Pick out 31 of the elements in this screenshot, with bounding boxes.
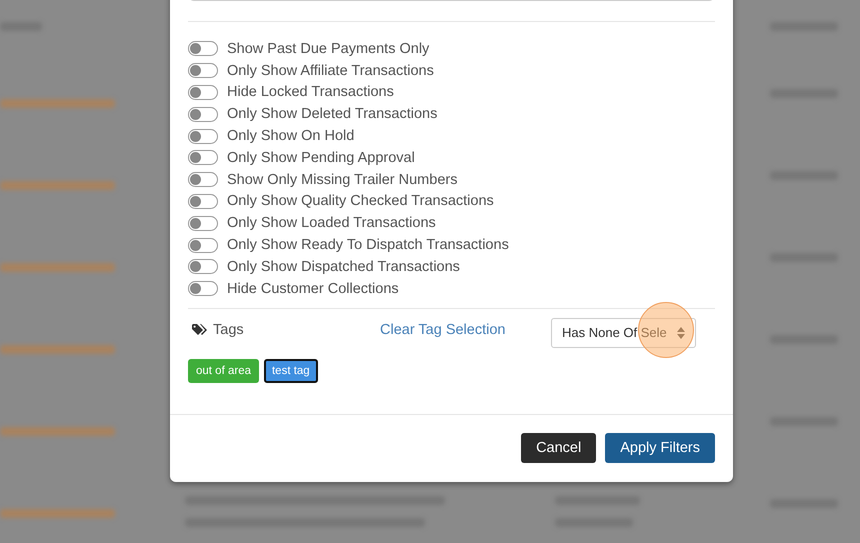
apply-button[interactable]: Apply Filters bbox=[605, 433, 715, 463]
filter-label: Only Show Dispatched Transactions bbox=[227, 258, 460, 275]
toggle-switch[interactable] bbox=[188, 41, 218, 56]
toggle-switch[interactable] bbox=[188, 216, 218, 231]
toggle-switch[interactable] bbox=[188, 194, 218, 209]
cancel-button[interactable]: Cancel bbox=[521, 433, 596, 463]
match-select[interactable]: Has None Of Sele bbox=[551, 318, 696, 348]
filter-label: Only Show Quality Checked Transactions bbox=[227, 193, 494, 210]
sort-caret-icon bbox=[677, 326, 685, 339]
toggle-switch[interactable] bbox=[188, 150, 218, 166]
filter-label: Only Show Ready To Dispatch Transactions bbox=[227, 237, 509, 254]
filter-label: Only Show Deleted Transactions bbox=[227, 106, 438, 122]
tags-icon bbox=[192, 324, 207, 336]
toggle-switch[interactable] bbox=[188, 84, 218, 100]
toggle-switch[interactable] bbox=[188, 128, 218, 144]
toggle-switch[interactable] bbox=[188, 281, 218, 296]
filter-label: Show Only Missing Trailer Numbers bbox=[227, 172, 458, 188]
toggle-switch[interactable] bbox=[188, 172, 218, 188]
clear-tags-link[interactable]: Clear Tag Selection bbox=[380, 322, 506, 338]
filter-label: Show Past Due Payments Only bbox=[227, 40, 430, 57]
filter-label: Only Show On Hold bbox=[227, 128, 354, 144]
filter-label: Only Show Affiliate Transactions bbox=[227, 62, 434, 79]
toggle-switch[interactable] bbox=[188, 238, 218, 253]
filter-label: Hide Customer Collections bbox=[227, 280, 399, 297]
toggle-switch[interactable] bbox=[188, 106, 218, 122]
tags-title: Tags bbox=[213, 322, 244, 338]
filter-label: Only Show Loaded Transactions bbox=[227, 215, 436, 232]
toggle-switch[interactable] bbox=[188, 63, 218, 78]
filter-label: Only Show Pending Approval bbox=[227, 150, 415, 166]
filter-label: Hide Locked Transactions bbox=[227, 84, 394, 100]
toggle-switch[interactable] bbox=[188, 259, 218, 274]
